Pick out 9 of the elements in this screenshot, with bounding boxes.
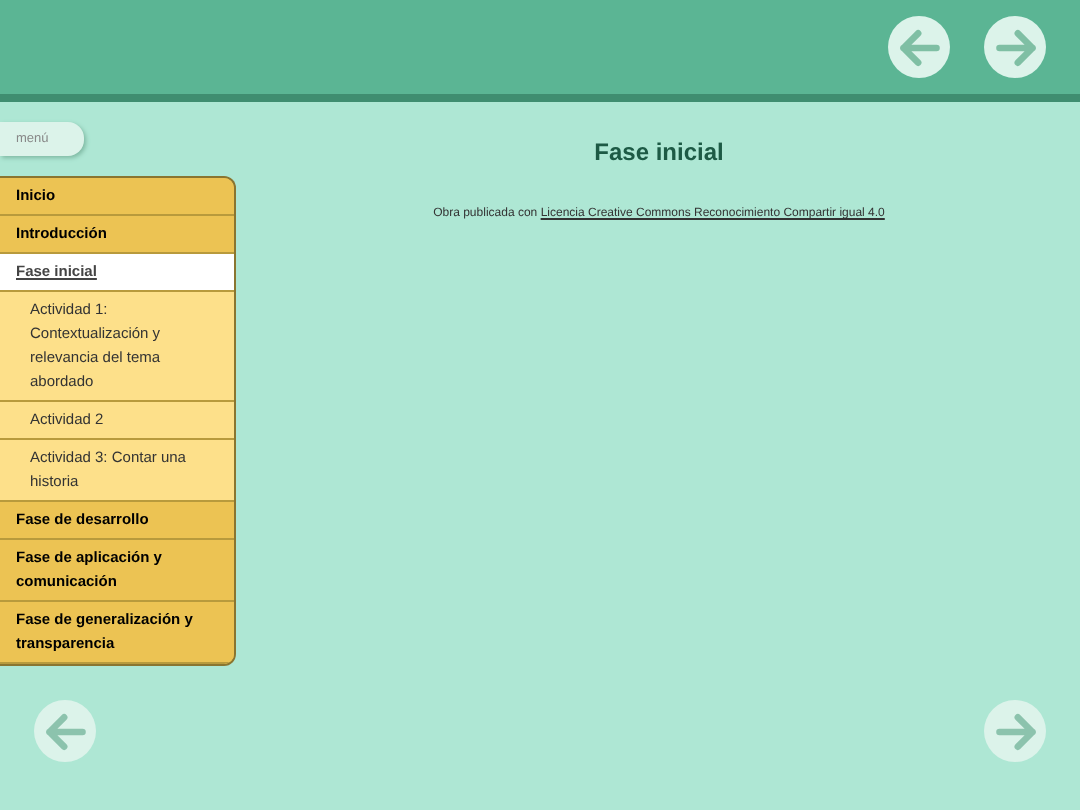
page-title: Fase inicial xyxy=(594,136,724,170)
right-arrow-icon xyxy=(993,25,1037,69)
previous-page-button[interactable] xyxy=(34,700,96,762)
right-arrow-icon xyxy=(993,709,1037,753)
next-page-button[interactable] xyxy=(984,700,1046,762)
previous-page-button[interactable] xyxy=(888,16,950,78)
next-page-button[interactable] xyxy=(984,16,1046,78)
left-arrow-icon xyxy=(897,25,941,69)
left-arrow-icon xyxy=(43,709,87,753)
